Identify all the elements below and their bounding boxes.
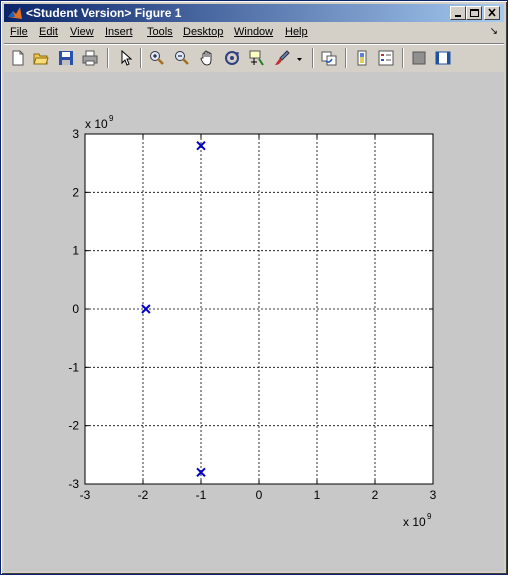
rotate-3d-button[interactable] — [222, 48, 242, 68]
menu-bar: File Edit View Insert Tools Desktop Wind… — [4, 23, 504, 42]
x-tick-label: 1 — [314, 488, 321, 502]
zoom-out-icon — [175, 51, 189, 65]
dock-arrow-icon[interactable]: ↘ — [490, 26, 498, 37]
data-cursor-icon — [249, 50, 264, 66]
menu-file-label: File — [10, 26, 28, 38]
toolbar-separator — [107, 48, 109, 68]
toolbar-separator — [402, 48, 404, 68]
hide-plot-tools-button[interactable] — [409, 48, 429, 68]
figure-window: <Student Version> Figure 1 File Edit Vie… — [0, 0, 508, 575]
figure-toolbar — [4, 43, 504, 73]
save-button[interactable] — [56, 48, 76, 68]
zoom-out-button[interactable] — [172, 48, 192, 68]
x-tick-label: -3 — [80, 488, 91, 502]
x-tick-label: 0 — [256, 488, 263, 502]
print-icon — [82, 50, 98, 66]
colorbar-button[interactable] — [352, 48, 372, 68]
menu-edit[interactable]: Edit — [39, 26, 58, 38]
menu-help-label: Help — [285, 26, 308, 38]
y-tick-label: 2 — [72, 185, 79, 199]
link-plot-button[interactable] — [319, 48, 339, 68]
close-button[interactable] — [484, 6, 500, 20]
save-icon — [59, 51, 73, 65]
y-tick-label: -1 — [68, 360, 79, 374]
menu-desktop[interactable]: Desktop — [183, 26, 223, 38]
zoom-in-icon — [150, 51, 164, 65]
new-figure-icon — [12, 50, 24, 66]
figure-canvas: -3 -2 -1 0 1 2 3 -3 -2 -1 0 1 2 3 x 10 9 x 10 9 — [4, 72, 504, 571]
brush-icon — [275, 50, 290, 65]
scatter-plot: -3 -2 -1 0 1 2 3-3-2-10123x 10 9x 10 9 — [68, 114, 437, 529]
toolbar-separator — [312, 48, 314, 68]
menu-tools[interactable]: Tools — [147, 26, 173, 38]
menu-insert-label: Insert — [105, 26, 133, 38]
show-plot-tools-button[interactable] — [433, 48, 453, 68]
zoom-in-button[interactable] — [147, 48, 167, 68]
y-exponent-label: x 10 — [85, 117, 108, 131]
colorbar-icon — [357, 50, 367, 66]
pan-button[interactable] — [197, 48, 217, 68]
maximize-button[interactable] — [466, 6, 482, 20]
menu-tools-label: Tools — [147, 26, 173, 38]
x-tick-label: 3 — [430, 488, 437, 502]
menu-view-label: View — [70, 26, 94, 38]
pan-hand-icon — [200, 50, 212, 66]
edit-plot-button[interactable] — [116, 48, 136, 68]
menu-edit-label: Edit — [39, 26, 58, 38]
x-tick-label: -1 — [196, 488, 207, 502]
y-tick-label: 3 — [72, 127, 79, 141]
dropdown-arrow-icon — [297, 58, 302, 61]
legend-button[interactable] — [376, 48, 396, 68]
toolbar-separator — [140, 48, 142, 68]
y-tick-label: 0 — [72, 302, 79, 316]
print-button[interactable] — [80, 48, 100, 68]
menu-help[interactable]: Help — [285, 26, 308, 38]
link-plot-icon — [321, 51, 337, 66]
menu-insert[interactable]: Insert — [105, 26, 133, 38]
minimize-icon — [455, 15, 461, 17]
title-bar[interactable]: <Student Version> Figure 1 — [4, 4, 504, 22]
menu-file[interactable]: File — [10, 26, 28, 38]
menu-view[interactable]: View — [70, 26, 94, 38]
hide-plot-tools-icon — [412, 51, 426, 65]
data-cursor-button[interactable] — [247, 48, 267, 68]
window-title: <Student Version> Figure 1 — [26, 6, 182, 20]
y-tick-label: -3 — [68, 477, 79, 491]
minimize-button[interactable] — [450, 6, 466, 20]
brush-button[interactable] — [272, 48, 292, 68]
y-tick-label: 1 — [72, 244, 79, 258]
menu-window[interactable]: Window — [234, 26, 273, 38]
new-figure-button[interactable] — [8, 48, 28, 68]
open-file-icon — [33, 53, 49, 65]
matlab-logo-icon — [8, 7, 22, 19]
close-icon — [488, 8, 496, 17]
x-exponent-power: 9 — [427, 512, 432, 521]
open-file-button[interactable] — [31, 48, 51, 68]
show-plot-tools-icon — [435, 51, 451, 65]
menu-window-label: Window — [234, 26, 274, 38]
x-exponent-label: x 10 — [403, 515, 426, 529]
legend-icon — [378, 50, 394, 66]
x-tick-label: -2 — [138, 488, 149, 502]
toolbar-separator — [345, 48, 347, 68]
maximize-icon — [470, 9, 479, 17]
x-tick-label: 2 — [372, 488, 379, 502]
rotate-3d-icon — [225, 51, 240, 65]
brush-dropdown-button[interactable] — [294, 48, 304, 68]
menu-desktop-label: Desktop — [183, 26, 224, 38]
y-exponent-power: 9 — [109, 114, 114, 123]
y-tick-label: -2 — [68, 419, 79, 433]
edit-plot-arrow-icon — [121, 50, 133, 66]
